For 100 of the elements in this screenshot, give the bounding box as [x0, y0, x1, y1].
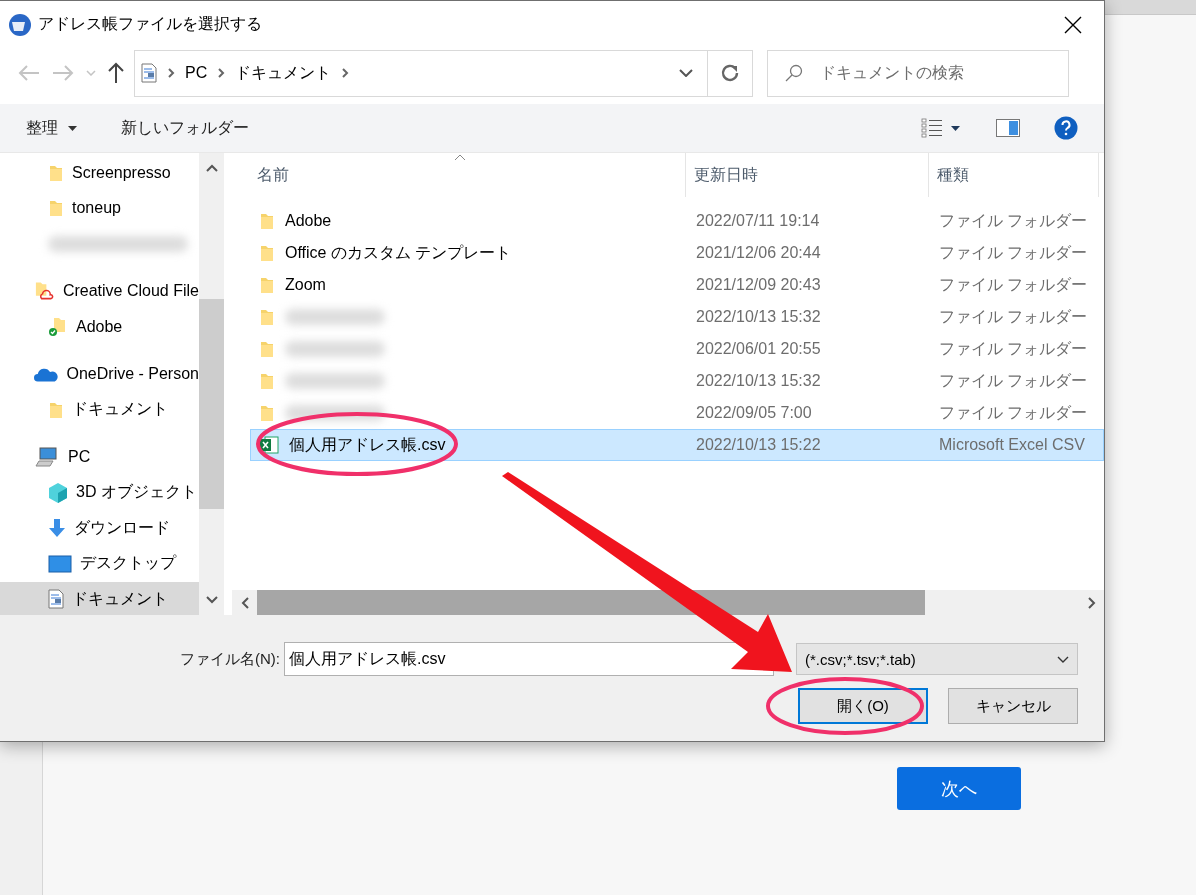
type-cell-text: ファイル フォルダー [938, 402, 1089, 423]
folder-icon [259, 276, 275, 294]
folder-icon [259, 372, 275, 390]
type-cell-text: ファイル フォルダー [938, 370, 1089, 391]
caret-icon [951, 125, 960, 131]
sidebar-item[interactable]: ドキュメント [0, 392, 199, 428]
spreadsheet-file-icon [259, 435, 279, 455]
column-header[interactable]: 名前 [249, 153, 686, 197]
sidebar-label: OneDrive - Person [66, 365, 199, 384]
chevron-icon [341, 67, 350, 79]
chevron-down-icon [205, 596, 218, 604]
sidebar-item[interactable]: 3D オブジェクト [0, 475, 199, 511]
horizontal-scrollbar[interactable] [232, 590, 1104, 615]
file-name: Adobe [285, 212, 332, 230]
sidebar-item[interactable]: toneup [0, 190, 199, 226]
chevron-icon [217, 67, 226, 79]
date-cell-text: 2022/10/13 15:22 [695, 436, 822, 454]
column-header[interactable]: 更新日時 [686, 153, 929, 197]
sidebar-label: toneup [72, 199, 121, 218]
document-icon [141, 63, 157, 83]
document-icon [48, 589, 64, 610]
file-type-dropdown[interactable]: (*.csv;*.tsv;*.tab) [796, 643, 1078, 675]
type-cell-text: ファイル フォルダー [938, 306, 1089, 327]
column-header[interactable]: 種類 [929, 153, 1099, 197]
sidebar-label: Creative Cloud File [62, 282, 199, 301]
cloud-icon [34, 366, 59, 383]
folder-icon [48, 199, 64, 218]
type-cell-text: ファイル フォルダー [938, 210, 1089, 231]
down-arrow-icon [48, 518, 66, 539]
file-row[interactable]: Adobe 2022/07/11 19:14 ファイル フォルダー [250, 205, 1104, 237]
sidebar-label: ドキュメント [72, 588, 168, 609]
scrollbar[interactable] [199, 153, 224, 615]
type-cell-text: Microsoft Excel CSV [938, 436, 1086, 454]
chevron-left-icon [240, 596, 249, 609]
date-cell-text: 2022/10/13 15:32 [695, 308, 822, 326]
sidebar-item[interactable]: ドキュメント [0, 581, 199, 615]
breadcrumb-item[interactable]: ドキュメント [235, 62, 332, 84]
date-cell-text: 2021/12/09 20:43 [695, 276, 822, 294]
app-logo-icon [8, 12, 32, 37]
cancel-button[interactable]: キャンセル [948, 688, 1078, 724]
date-cell-text: 2021/12/06 20:44 [695, 244, 822, 262]
file-name-input[interactable]: 個人用アドレス帳.csv [284, 642, 774, 676]
date-cell-text: 2022/07/11 19:14 [695, 212, 821, 230]
up-arrow-icon [108, 62, 124, 84]
sidebar-item[interactable]: デスクトップ [0, 546, 199, 582]
open-button[interactable]: 開く(O) [798, 688, 928, 724]
address-bar[interactable]: PC ドキュメント [134, 49, 753, 97]
chevron-up-icon [205, 164, 218, 172]
chevron-icon [678, 69, 693, 77]
sidebar-item[interactable]: ダウンロード [0, 510, 199, 546]
file-row[interactable]: Office のカスタム テンプレート 2021/12/06 20:44 ファイル フォルダー [250, 237, 1104, 269]
list-view-icon [921, 117, 943, 139]
sidebar-item[interactable]: PC [0, 439, 199, 475]
caret-icon [68, 125, 77, 131]
help-icon [1054, 116, 1078, 140]
type-cell-text: ファイル フォルダー [938, 338, 1089, 359]
file-row[interactable]: 2022/10/13 15:32 ファイル フォルダー [250, 365, 1104, 397]
sidebar-label: PC [68, 448, 91, 467]
file-row[interactable]: 2022/09/05 7:00 ファイル フォルダー [250, 397, 1104, 429]
sidebar-item[interactable]: OneDrive - Person [0, 356, 199, 392]
sidebar-item[interactable]: Adobe [0, 309, 199, 345]
chevron-down-icon [1057, 655, 1069, 663]
type-cell-text: ファイル フォルダー [938, 242, 1089, 263]
new-folder-button[interactable]: 新しいフォルダー [121, 117, 249, 139]
file-row[interactable]: 2022/06/01 20:55 ファイル フォルダー [250, 333, 1104, 365]
sidebar-label: Adobe [76, 317, 123, 336]
file-name: Office のカスタム テンプレート [285, 242, 512, 263]
file-row[interactable]: 2022/10/13 15:32 ファイル フォルダー [250, 301, 1104, 333]
sidebar-label: ドキュメント [72, 399, 168, 420]
forward-arrow-icon [52, 64, 74, 82]
sidebar-label: Screenpresso [72, 163, 171, 182]
folder-icon [259, 404, 275, 422]
folder-icon [48, 163, 64, 182]
desktop-icon [48, 554, 72, 573]
search-field[interactable]: ドキュメントの検索 [767, 49, 1069, 97]
sidebar-item[interactable]: Creative Cloud File [0, 273, 199, 309]
sidebar-item[interactable]: Screenpresso [0, 155, 199, 191]
date-cell-text: 2022/09/05 7:00 [695, 404, 813, 422]
date-cell-text: 2022/10/13 15:32 [695, 372, 822, 390]
sidebar-label: デスクトップ [80, 553, 176, 574]
date-cell-text: 2022/06/01 20:55 [695, 340, 822, 358]
chevron-icon [167, 67, 175, 79]
cube-icon [48, 481, 68, 504]
computer-icon [34, 447, 60, 468]
type-cell-text: ファイル フォルダー [938, 274, 1089, 295]
folder-icon [259, 340, 275, 358]
refresh-icon [720, 63, 740, 83]
organize-button[interactable]: 整理 [26, 117, 77, 139]
close-icon [1064, 15, 1082, 34]
file-row[interactable]: 個人用アドレス帳.csv 2022/10/13 15:22 Microsoft Excel CSV [250, 429, 1104, 461]
folder-icon [48, 400, 64, 419]
folder-icon [259, 212, 275, 230]
sort-caret-icon [454, 153, 466, 161]
breadcrumb-item[interactable]: PC [185, 64, 208, 82]
folder-icon [259, 244, 275, 262]
next-button[interactable]: 次へ [897, 767, 1021, 810]
chevron-right-icon [1087, 596, 1096, 609]
window-title: アドレス帳ファイルを選択する [38, 14, 263, 34]
file-row[interactable]: Zoom 2021/12/09 20:43 ファイル フォルダー [250, 269, 1104, 301]
preview-pane-icon [996, 119, 1020, 137]
